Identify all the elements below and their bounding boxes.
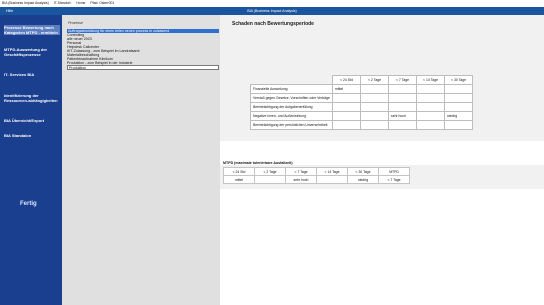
- matrix-header-row: < 24 Std < 2 Tage < 7 Tage < 14 Tage < 3…: [251, 75, 473, 85]
- rating-cell[interactable]: [416, 93, 445, 103]
- mtpd-value: niedrig: [347, 175, 379, 184]
- column-header: < 14 Tage: [416, 75, 445, 85]
- title-bar: Hilfe BIA (Business Impact Analysis): [0, 7, 544, 15]
- mtpd-value: [254, 175, 286, 184]
- rating-cell[interactable]: [416, 111, 445, 121]
- mtpd-column-header: < 2 Tage: [254, 167, 286, 176]
- row-label: Finanzielle Auswirkung: [250, 84, 333, 94]
- rating-cell[interactable]: [332, 120, 361, 130]
- process-list: Auftragsabwicklung für einen teilen neue…: [67, 29, 219, 70]
- mtpd-header-row: < 24 Std < 2 Tage < 7 Tage < 14 Tage < 3…: [223, 167, 410, 176]
- rating-cell[interactable]: mittel: [332, 84, 361, 94]
- mtpd-column-header: < 14 Tage: [316, 167, 348, 176]
- rating-cell[interactable]: [388, 102, 417, 112]
- process-input[interactable]: Produktion: [67, 65, 219, 70]
- rating-cell[interactable]: [332, 111, 361, 121]
- mtpd-column-header: < 7 Tage: [285, 167, 317, 176]
- rating-cell[interactable]: [360, 102, 389, 112]
- window-info-bar: BIA (Business Impact Analysis) IT-Stando…: [0, 0, 544, 7]
- window-title: BIA (Business Impact Analysis): [247, 9, 297, 13]
- row-label: Negative Innen- und Außenwirkung: [250, 111, 333, 121]
- sidebar: Prozesse Bewertung nach Kategorien MTPD …: [0, 15, 62, 305]
- rating-cell[interactable]: [416, 84, 445, 94]
- column-header: < 2 Tage: [360, 75, 389, 85]
- row-label: Verstoß gegen Gesetze, Vorschriften oder…: [250, 93, 333, 103]
- rating-cell[interactable]: [444, 102, 473, 112]
- matrix-row: Beeinträchtigung der Aufgabenerfüllung: [250, 102, 473, 112]
- rating-cell[interactable]: [388, 93, 417, 103]
- process-panel: Prozesse Auftragsabwicklung für einen te…: [62, 15, 220, 305]
- row-label: Beeinträchtigung der Aufgabenerfüllung: [250, 102, 333, 112]
- user-path: Pfad: Osterr001: [90, 1, 115, 5]
- mtpd-column-header: MTPD: [378, 167, 410, 176]
- rating-cell[interactable]: [332, 93, 361, 103]
- mtpd-title: MTPD (maximale tolerierbare Ausfallzeit): [223, 161, 293, 165]
- mtpd-value: sehr hoch: [285, 175, 317, 184]
- rating-cell[interactable]: [360, 120, 389, 130]
- rating-cell[interactable]: [360, 93, 389, 103]
- panel-title: Schaden nach Bewertungsperiode: [232, 21, 314, 27]
- mtpd-value: [316, 175, 348, 184]
- matrix-row: Beeinträchtigung der persönlichen Unvers…: [250, 120, 473, 130]
- column-header: < 30 Tage: [444, 75, 473, 85]
- location-value: Home: [76, 1, 86, 5]
- rating-cell[interactable]: [360, 111, 389, 121]
- rating-cell[interactable]: niedrig: [444, 111, 473, 121]
- nav-resource-dependencies[interactable]: Identifizierung der Ressourcen-abhängigk…: [4, 93, 60, 103]
- rating-cell[interactable]: [388, 84, 417, 94]
- column-header: < 7 Tage: [388, 75, 417, 85]
- rating-cell[interactable]: [360, 84, 389, 94]
- nav-bia-overview[interactable]: BIA Übersicht/Export: [4, 118, 60, 123]
- nav-mtpd-evaluation[interactable]: MTPD-Auswertung der Geschäftsprozesse: [4, 47, 60, 57]
- column-header: < 24 Std: [332, 75, 361, 85]
- row-label: Beeinträchtigung der persönlichen Unvers…: [250, 120, 333, 130]
- main-area: Schaden nach Bewertungsperiode < 24 Std …: [220, 15, 544, 305]
- mtpd-column-header: < 24 Std: [223, 167, 255, 176]
- rating-cell[interactable]: [416, 102, 445, 112]
- location-label: IT-Standort:: [53, 1, 72, 5]
- finish-button[interactable]: Fertig: [20, 201, 37, 207]
- rating-cell[interactable]: [388, 120, 417, 130]
- matrix-row: Negative Innen- und Außenwirkung sehr ho…: [250, 111, 473, 121]
- damage-matrix: < 24 Std < 2 Tage < 7 Tage < 14 Tage < 3…: [250, 75, 473, 130]
- mtpd-table: < 24 Std < 2 Tage < 7 Tage < 14 Tage < 3…: [223, 167, 410, 184]
- app-name: BIA (Business Impact Analysis): [2, 1, 49, 5]
- matrix-row: Verstoß gegen Gesetze, Vorschriften oder…: [250, 93, 473, 103]
- nav-bia-standalone[interactable]: BIA Standalon: [4, 133, 60, 138]
- nav-process-rating[interactable]: Prozesse Bewertung nach Kategorien MTPD …: [4, 25, 60, 35]
- mtpd-result: < 7 Tage: [378, 175, 410, 184]
- matrix-row: Finanzielle Auswirkung mittel: [250, 84, 473, 94]
- nav-it-services[interactable]: IT- Services BIA: [4, 72, 60, 77]
- rating-cell[interactable]: [416, 120, 445, 130]
- rating-cell[interactable]: [444, 84, 473, 94]
- rating-cell[interactable]: [332, 102, 361, 112]
- rating-cell[interactable]: [444, 93, 473, 103]
- mtpd-value: mittel: [223, 175, 255, 184]
- mtpd-column-header: < 30 Tage: [347, 167, 379, 176]
- rating-cell[interactable]: sehr hoch: [388, 111, 417, 121]
- rating-cell[interactable]: [444, 120, 473, 130]
- mtpd-value-row: mittel sehr hoch niedrig < 7 Tage: [223, 175, 410, 184]
- process-list-heading: Prozesse: [68, 21, 83, 25]
